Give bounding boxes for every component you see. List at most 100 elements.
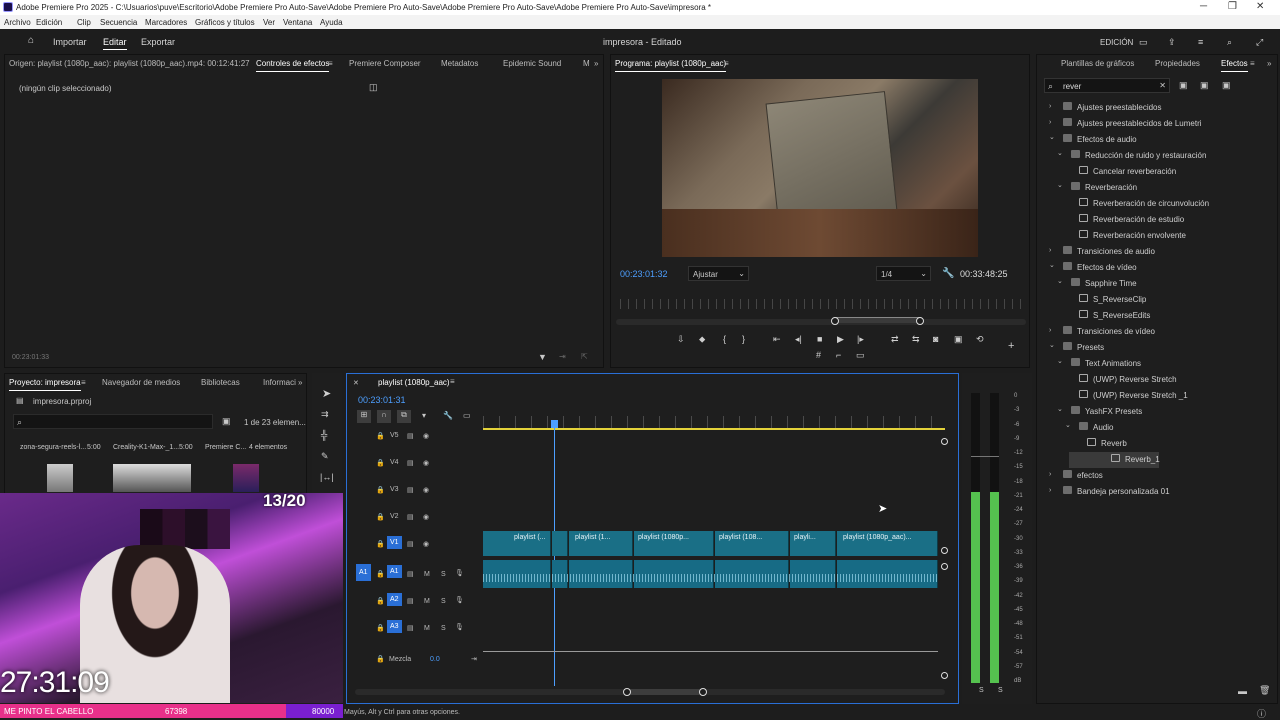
mute-icon[interactable]: M <box>424 571 430 578</box>
tab-info[interactable]: Informaci <box>263 378 296 387</box>
grid-icon[interactable]: # <box>816 350 821 360</box>
eye-icon[interactable]: ◉ <box>423 459 429 467</box>
fullscreen-icon[interactable]: ⤢ <box>1256 37 1263 48</box>
marker-icon[interactable]: ▾ <box>422 411 426 420</box>
effects-folder[interactable]: ⌄ Reverberación <box>1037 180 1279 196</box>
effects-folder[interactable]: ⌄ Sapphire Time <box>1037 276 1279 292</box>
tab-epidemic[interactable]: Epidemic Sound <box>503 59 561 68</box>
effects-folder[interactable]: ⌄ Text Animations <box>1037 356 1279 372</box>
menu-icon[interactable]: ≡ <box>724 59 729 68</box>
chevron-down-icon[interactable]: ⌄ <box>1057 277 1063 285</box>
chevron-down-icon[interactable]: ⌄ <box>1049 261 1055 269</box>
track-v4[interactable]: V4 <box>390 459 399 466</box>
mark-in-icon[interactable]: { <box>723 334 726 344</box>
filter-icon[interactable]: ▼ <box>538 352 547 362</box>
vertical-scroll-handle[interactable] <box>941 563 948 570</box>
go-to-in-icon[interactable]: ⇤ <box>773 334 781 345</box>
lock-icon[interactable]: 🔒 <box>376 624 385 632</box>
step-forward-icon[interactable]: |▸ <box>857 334 864 345</box>
eye-icon[interactable]: ◉ <box>423 432 429 440</box>
step-back-icon[interactable]: ◂| <box>795 334 802 345</box>
mix-value[interactable]: 0.0 <box>430 656 440 663</box>
eye-icon[interactable]: ◉ <box>423 486 429 494</box>
lock-icon[interactable]: 🔒 <box>376 459 385 467</box>
minimize-icon[interactable]: ─ <box>1200 1 1207 12</box>
timeline-clip[interactable]: playlist (1080p... <box>634 531 714 556</box>
menu-ayuda[interactable]: Ayuda <box>320 18 343 27</box>
vertical-scroll-handle[interactable] <box>941 438 948 445</box>
timeline-clip[interactable]: playlist (1080p_aac)... <box>837 531 938 556</box>
bin-icon[interactable]: ▣ <box>222 416 231 427</box>
timeline-clip[interactable]: playlist (108... <box>715 531 789 556</box>
lock-icon[interactable]: 🔒 <box>376 486 385 494</box>
film-icon[interactable]: ▤ <box>407 459 414 467</box>
mic-icon[interactable]: 🎙 <box>455 623 464 631</box>
menu-icon[interactable]: ≡ <box>450 377 455 386</box>
timeline-timecode[interactable]: 00:23:01:31 <box>358 395 406 405</box>
frame-icon[interactable]: ▭ <box>856 350 865 361</box>
eye-icon[interactable]: ◉ <box>423 513 429 521</box>
home-icon[interactable]: ⌂ <box>28 35 34 46</box>
tab-source[interactable]: Origen: playlist (1080p_aac): playlist (… <box>9 59 250 68</box>
marker-icon[interactable]: ⬥ <box>699 334 705 345</box>
thumbnail[interactable] <box>113 464 191 492</box>
menu-icon[interactable]: ≡ <box>1250 59 1255 68</box>
chevron-right-icon[interactable]: › <box>1049 471 1051 478</box>
effects-folder[interactable]: ⌄ Efectos de vídeo <box>1037 260 1279 276</box>
chevron-right-icon[interactable]: › <box>1049 487 1051 494</box>
timeline-clip[interactable] <box>552 531 568 556</box>
program-ruler[interactable] <box>620 299 1025 309</box>
film-icon[interactable]: ▤ <box>407 624 414 632</box>
project-item-name[interactable]: Creality-K1-Max-_1... <box>113 444 179 451</box>
effects-item[interactable]: Reverb <box>1037 436 1279 452</box>
thumbnail[interactable] <box>47 464 73 492</box>
effects-item[interactable]: S_ReverseEdits <box>1037 308 1279 324</box>
safe-margins-icon[interactable]: ⌐ <box>836 350 841 360</box>
go-icon[interactable]: ⇥ <box>559 352 566 361</box>
chevron-down-icon[interactable]: ⌄ <box>1049 341 1055 349</box>
lift-icon[interactable]: ⇩ <box>677 334 685 345</box>
track-v3[interactable]: V3 <box>390 486 399 493</box>
chevron-down-icon[interactable]: ⌄ <box>1049 133 1055 141</box>
menu-icon[interactable]: ≡ <box>81 378 86 387</box>
ripple-edit-icon[interactable]: ╬ <box>321 430 327 440</box>
tab-graphics-templates[interactable]: Plantillas de gráficos <box>1061 59 1134 68</box>
lock-icon[interactable]: 🔒 <box>376 597 385 605</box>
solo-icon[interactable]: S <box>441 598 446 605</box>
effects-folder[interactable]: ⌄ Presets <box>1037 340 1279 356</box>
play-icon[interactable]: ▶ <box>837 334 844 345</box>
track-v5[interactable]: V5 <box>390 432 399 439</box>
track-select-icon[interactable]: ⇉ <box>321 409 329 420</box>
import-tab[interactable]: Importar <box>53 37 87 47</box>
effects-folder[interactable]: ⌄ YashFX Presets <box>1037 404 1279 420</box>
maximize-icon[interactable]: ❐ <box>1228 1 1237 12</box>
slip-tool-icon[interactable]: |↔| <box>320 472 334 482</box>
menu-graficos[interactable]: Gráficos y títulos <box>195 18 255 27</box>
yuv-icon[interactable]: ▣ <box>1222 80 1231 91</box>
menu-clip[interactable]: Clip <box>77 18 91 27</box>
chevron-right-icon[interactable]: › <box>1049 119 1051 126</box>
search-icon[interactable]: ⌕ <box>1227 37 1232 48</box>
menu-ventana[interactable]: Ventana <box>283 18 312 27</box>
new-bin-icon[interactable]: ▬ <box>1238 686 1247 696</box>
tab-properties[interactable]: Propiedades <box>1155 59 1200 68</box>
menu-icon[interactable]: ≡ <box>328 59 333 68</box>
film-icon[interactable]: ▤ <box>407 432 414 440</box>
track-a3[interactable]: A3 <box>387 620 402 633</box>
timeline-clip[interactable]: playlist (1... <box>569 531 633 556</box>
menu-secuencia[interactable]: Secuencia <box>100 18 137 27</box>
project-item-name[interactable]: zona-segura-reels-l... <box>20 444 86 451</box>
wrench-icon[interactable]: 🔧 <box>443 411 453 420</box>
track-v1[interactable]: V1 <box>387 536 402 549</box>
effects-item[interactable]: Reverberación de estudio <box>1037 212 1279 228</box>
linked-icon[interactable]: ⧉ <box>397 410 411 423</box>
lock-icon[interactable]: 🔒 <box>376 655 385 663</box>
film-icon[interactable]: ▤ <box>407 486 414 494</box>
tab-metadata[interactable]: Metadatos <box>441 59 478 68</box>
source-patch-a1[interactable]: A1 <box>356 564 371 581</box>
effects-folder[interactable]: › Transiciones de vídeo <box>1037 324 1279 340</box>
project-search-input[interactable]: ⌕ <box>13 414 213 429</box>
chevron-down-icon[interactable]: ⌄ <box>1057 181 1063 189</box>
menu-edicion[interactable]: Edición <box>36 18 62 27</box>
solo-icon[interactable]: S <box>441 625 446 632</box>
